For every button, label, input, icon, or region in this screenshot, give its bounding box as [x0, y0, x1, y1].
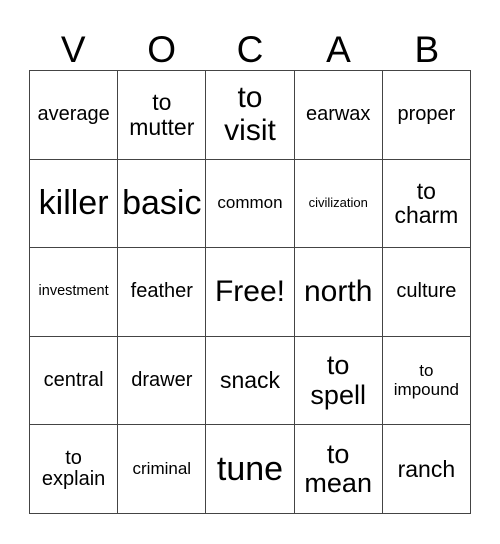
bingo-cell-r2c1[interactable]: killer [30, 159, 119, 249]
bingo-cell-label: earwax [305, 103, 371, 125]
bingo-cell-label: drawer [131, 368, 193, 391]
bingo-cell-r5c2[interactable]: criminal [118, 425, 207, 514]
bingo-cell-label: investment [38, 283, 109, 300]
free-space-label: Free! [214, 274, 285, 308]
bingo-cell-r5c3[interactable]: tune [206, 425, 295, 514]
bingo-cell-r1c1[interactable]: average [30, 71, 119, 160]
bingo-cell-label: ranch [397, 455, 456, 482]
bingo-cell-label: basic [122, 184, 202, 223]
bingo-cell-label: to mean [304, 439, 372, 499]
bingo-cell-r2c2[interactable]: basic [118, 159, 207, 249]
bingo-cell-r5c5[interactable]: ranch [382, 425, 471, 514]
header-letter-5: B [414, 29, 440, 70]
bingo-cell-r2c3[interactable]: common [206, 159, 295, 249]
bingo-cell-free-space[interactable]: Free! [206, 248, 295, 337]
bingo-cell-label: civilization [308, 195, 368, 211]
bingo-cell-r1c4[interactable]: earwax [294, 71, 383, 160]
header-letter-2: O [147, 29, 176, 70]
bingo-cell-label: killer [38, 184, 109, 223]
bingo-cell-label: to spell [310, 350, 366, 410]
bingo-cell-label: proper [397, 103, 456, 125]
bingo-cell-r4c2[interactable]: drawer [118, 336, 207, 426]
header-letter-1: V [60, 29, 86, 70]
bingo-cell-r4c4[interactable]: to spell [294, 336, 383, 426]
bingo-cell-r1c5[interactable]: proper [382, 71, 471, 160]
bingo-cell-r4c3[interactable]: snack [206, 336, 295, 426]
bingo-cell-label: central [43, 368, 104, 391]
bingo-cell-label: culture [396, 280, 457, 303]
bingo-cell-label: to explain [41, 446, 106, 491]
bingo-cell-r2c5[interactable]: to charm [382, 159, 471, 249]
bingo-cell-label: tune [216, 449, 284, 488]
bingo-cell-r3c4[interactable]: north [294, 248, 383, 337]
bingo-cell-r1c2[interactable]: to mutter [118, 71, 207, 160]
bingo-grid: average to mutter to visit earwax proper… [29, 70, 471, 514]
bingo-cell-label: to mutter [129, 88, 195, 140]
bingo-cell-label: average [37, 103, 110, 125]
bingo-cell-label: to impound [393, 361, 459, 399]
bingo-cell-r3c1[interactable]: investment [30, 248, 119, 337]
bingo-cell-label: common [217, 193, 283, 213]
bingo-cell-label: north [304, 274, 373, 308]
bingo-cell-r4c1[interactable]: central [30, 336, 119, 426]
header-letter-3: C [236, 29, 264, 70]
bingo-card: V O C A B average to mutter to visit ear… [0, 0, 500, 544]
bingo-cell-r3c5[interactable]: culture [382, 248, 471, 337]
bingo-cell-label: feather [130, 280, 193, 303]
bingo-cell-label: to charm [394, 177, 459, 229]
bingo-cell-label: to visit [224, 81, 276, 147]
bingo-cell-r3c2[interactable]: feather [118, 248, 207, 337]
header-letter-4: A [326, 29, 351, 70]
bingo-cell-r1c3[interactable]: to visit [206, 71, 295, 160]
bingo-cell-r5c4[interactable]: to mean [294, 425, 383, 514]
bingo-cell-label: snack [219, 367, 281, 394]
bingo-cell-r4c5[interactable]: to impound [382, 336, 471, 426]
bingo-header-row: V O C A B [29, 17, 471, 70]
bingo-cell-r5c1[interactable]: to explain [30, 425, 119, 514]
bingo-cell-r2c4[interactable]: civilization [294, 159, 383, 249]
bingo-cell-label: criminal [132, 459, 192, 478]
